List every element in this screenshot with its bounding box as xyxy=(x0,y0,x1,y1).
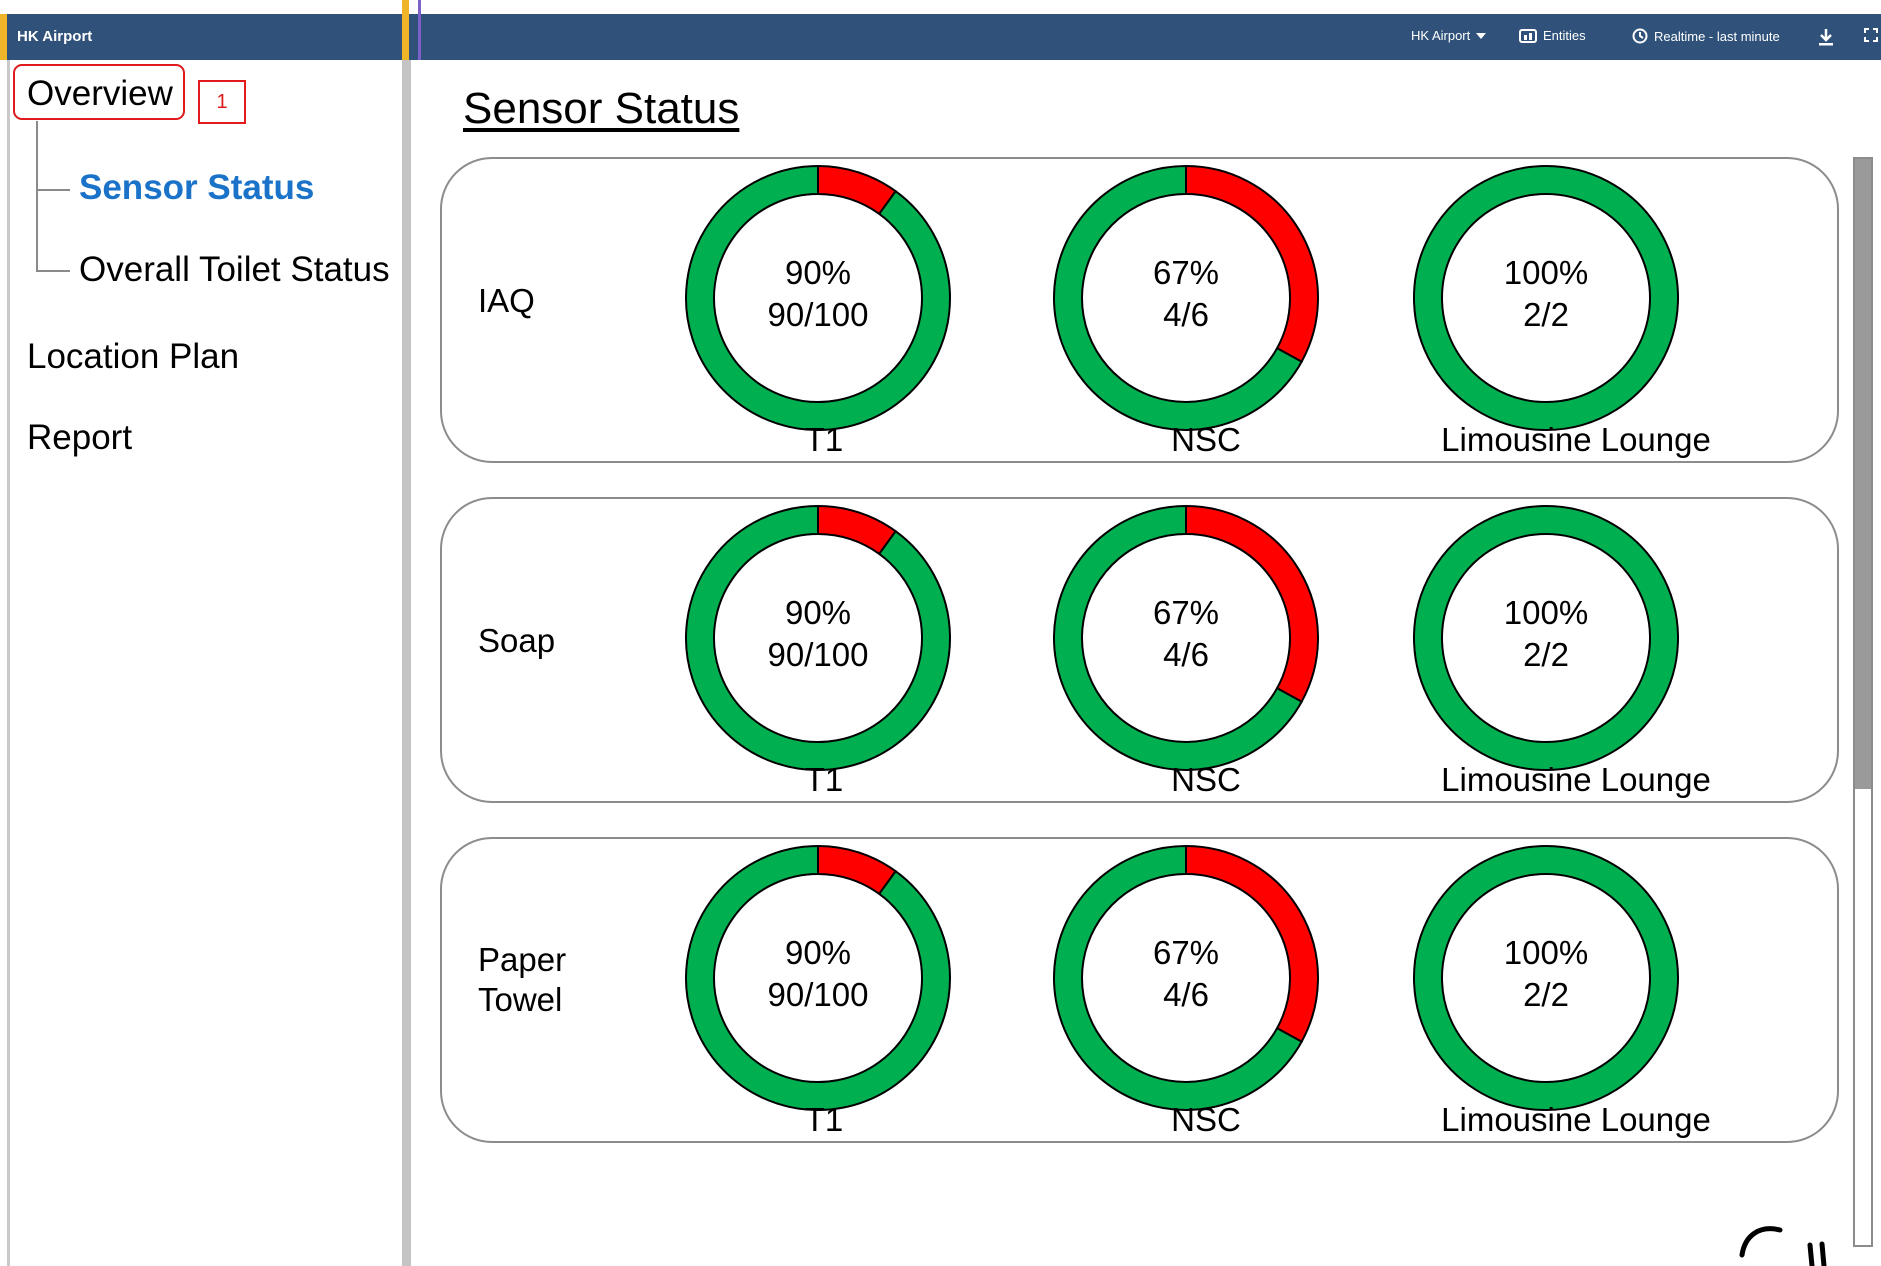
status-gauge[interactable]: 90% 90/100 xyxy=(684,844,952,1112)
status-gauge[interactable]: 100% 2/2 xyxy=(1412,844,1680,1112)
gauge-percent: 90% xyxy=(784,254,852,291)
top-bar: HK Airport HK Airport Entities Realtime … xyxy=(0,0,1881,60)
gauge-fraction: 90/100 xyxy=(767,976,869,1013)
nav-sensor-status[interactable]: Sensor Status xyxy=(79,168,314,208)
gauge-location-label: NSC xyxy=(1171,761,1241,798)
annotation-badge: 1 xyxy=(198,80,246,124)
nav-location-plan[interactable]: Location Plan xyxy=(27,337,239,377)
fault-segment xyxy=(817,164,897,216)
gauge-location-label: Limousine Lounge xyxy=(1441,421,1711,458)
fault-segment xyxy=(817,504,897,556)
sensor-type-label: Towel xyxy=(478,981,563,1018)
gauge-location-label: T1 xyxy=(804,761,844,798)
sensor-type-label: IAQ xyxy=(478,282,535,319)
panel-divider-accent-secondary xyxy=(418,0,421,60)
fault-segment xyxy=(817,844,897,896)
gauge-percent: 67% xyxy=(1152,254,1220,291)
tree-branch xyxy=(36,189,70,191)
gauge-percent: 90% xyxy=(784,594,852,631)
time-range-selector[interactable]: Realtime - last minute xyxy=(1632,28,1780,44)
status-gauge[interactable]: 67% 4/6 xyxy=(1052,164,1320,432)
status-gauge[interactable]: 90% 90/100 xyxy=(684,504,952,772)
fullscreen-button[interactable] xyxy=(1864,28,1878,42)
entities-button[interactable]: Entities xyxy=(1519,28,1586,43)
gauge-fraction: 2/2 xyxy=(1523,976,1569,1013)
status-gauge[interactable]: 100% 2/2 xyxy=(1412,504,1680,772)
entities-label: Entities xyxy=(1543,28,1586,43)
entities-icon xyxy=(1519,28,1537,43)
gauge-fraction: 2/2 xyxy=(1523,296,1569,333)
download-icon xyxy=(1819,29,1833,46)
gauge-percent: 100% xyxy=(1503,934,1589,971)
sensor-type-label: Paper xyxy=(478,941,567,978)
clock-icon xyxy=(1632,28,1648,44)
scrollbar-thumb[interactable] xyxy=(1855,159,1871,789)
gauge-percent: 67% xyxy=(1152,934,1220,971)
gauge-percent: 67% xyxy=(1152,594,1220,631)
sensor-type-label: Soap xyxy=(478,622,556,659)
site-selector[interactable]: HK Airport xyxy=(1411,28,1487,43)
status-gauge[interactable]: 90% 90/100 xyxy=(684,164,952,432)
gauge-percent: 90% xyxy=(784,934,852,971)
handwriting-mark xyxy=(1739,1226,1827,1266)
gauge-location-label: T1 xyxy=(804,421,844,458)
sidebar xyxy=(7,60,409,1266)
status-gauge[interactable]: 67% 4/6 xyxy=(1052,844,1320,1112)
nav-overall-toilet-status[interactable]: Overall Toilet Status xyxy=(79,250,390,290)
gauge-location-label: NSC xyxy=(1171,1101,1241,1138)
gauge-location-label: T1 xyxy=(804,1101,844,1138)
caret-down-icon xyxy=(1476,32,1487,39)
gauge-fraction: 2/2 xyxy=(1523,636,1569,673)
gauge-fraction: 4/6 xyxy=(1163,296,1209,333)
sensor-panel: Paper Towel 90% 90/100 T1 67% 4/6 NSC 100% 2/2 Lim… xyxy=(440,837,1839,1143)
download-button[interactable] xyxy=(1818,28,1834,46)
gauge-percent: 100% xyxy=(1503,254,1589,291)
gauge-location-label: NSC xyxy=(1171,421,1241,458)
nav-report[interactable]: Report xyxy=(27,418,132,458)
page-title: Sensor Status xyxy=(463,84,740,133)
app-title: HK Airport xyxy=(17,28,93,45)
top-bar-accent xyxy=(0,14,7,60)
gauge-fraction: 90/100 xyxy=(767,296,869,333)
gauge-location-label: Limousine Lounge xyxy=(1441,761,1711,798)
nav-overview[interactable]: Overview xyxy=(27,74,173,114)
time-range-label: Realtime - last minute xyxy=(1654,28,1780,44)
site-selector-label: HK Airport xyxy=(1411,28,1471,43)
sidebar-divider[interactable] xyxy=(402,60,411,1266)
fullscreen-icon xyxy=(1864,28,1878,42)
gauge-fraction: 90/100 xyxy=(767,636,869,673)
gauge-percent: 100% xyxy=(1503,594,1589,631)
tree-branch xyxy=(36,270,70,272)
status-gauge[interactable]: 100% 2/2 xyxy=(1412,164,1680,432)
tree-connector xyxy=(36,121,38,271)
status-gauge[interactable]: 67% 4/6 xyxy=(1052,504,1320,772)
sensor-panel: IAQ 90% 90/100 T1 67% 4/6 NSC 100% 2/2 Limousine … xyxy=(440,157,1839,463)
panel-divider-accent xyxy=(402,0,409,60)
sensor-panel: Soap 90% 90/100 T1 67% 4/6 NSC 100% 2/2 Limousine… xyxy=(440,497,1839,803)
gauge-fraction: 4/6 xyxy=(1163,636,1209,673)
gauge-fraction: 4/6 xyxy=(1163,976,1209,1013)
gauge-location-label: Limousine Lounge xyxy=(1441,1101,1711,1138)
